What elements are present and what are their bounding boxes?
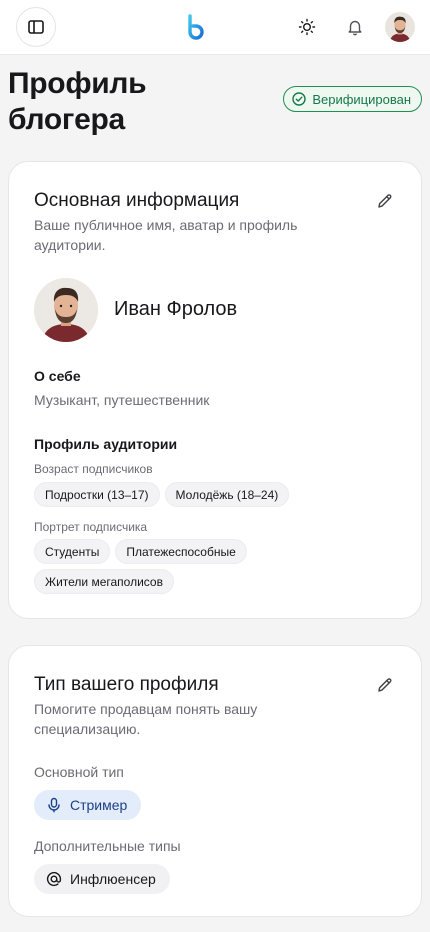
- pencil-icon: [378, 194, 392, 208]
- portrait-chips-row-1: Студенты Платежеспособные: [34, 539, 247, 564]
- pencil-icon: [378, 678, 392, 692]
- basic-info-subtitle: Ваше публичное имя, аватар и профиль ауд…: [34, 217, 298, 253]
- profile-avatar[interactable]: [34, 278, 98, 342]
- microphone-icon: [48, 797, 60, 813]
- chip-age-youth: Молодёжь (18–24): [164, 482, 290, 507]
- about-label: О себе: [34, 368, 81, 384]
- profile-type-title: Тип вашего профиля: [34, 674, 219, 695]
- page-title: Профиль блогера: [8, 67, 147, 136]
- brand-logo-icon[interactable]: [184, 13, 208, 41]
- extra-type-pill: Инфлюенсер: [34, 864, 170, 894]
- main-type-label-text: Стример: [70, 797, 128, 813]
- user-avatar[interactable]: [385, 12, 415, 42]
- main-type-label: Основной тип: [34, 764, 124, 780]
- about-text: Музыкант, путешественник: [34, 392, 210, 408]
- sidebar-toggle-icon: [28, 20, 44, 34]
- portrait-label: Портрет подписчика: [34, 520, 148, 534]
- edit-profile-type-button[interactable]: [376, 676, 396, 696]
- audience-label: Профиль аудитории: [34, 436, 178, 452]
- profile-type-subtitle: Помогите продавцам понять вашу специализ…: [34, 701, 258, 737]
- basic-info-title: Основная информация: [34, 190, 240, 211]
- top-bar: [0, 0, 430, 55]
- edit-basic-info-button[interactable]: [376, 192, 396, 212]
- verified-badge: Верифицирован: [283, 86, 422, 112]
- portrait-chips-row-2: Жители мегаполисов: [34, 569, 174, 594]
- profile-type-card: Тип вашего профиля Помогите продавцам по…: [8, 645, 422, 917]
- verified-label: Верифицирован: [312, 91, 411, 107]
- extra-type-label-text: Инфлюенсер: [70, 871, 156, 887]
- bell-icon[interactable]: [343, 15, 367, 39]
- at-sign-icon: [46, 871, 62, 887]
- chip-age-teens: Подростки (13–17): [34, 482, 160, 507]
- age-chips: Подростки (13–17) Молодёжь (18–24): [34, 482, 290, 507]
- main-type-pill: Стример: [34, 790, 142, 820]
- extra-types-label: Дополнительные типы: [34, 838, 181, 854]
- chip-students: Студенты: [34, 539, 111, 564]
- sun-icon[interactable]: [295, 15, 319, 39]
- user-name: Иван Фролов: [114, 298, 238, 320]
- basic-info-card: Основная информация Ваше публичное имя, …: [8, 161, 422, 619]
- check-circle-icon: [292, 92, 307, 106]
- age-label: Возраст подписчиков: [34, 462, 153, 476]
- sidebar-toggle-button[interactable]: [16, 7, 56, 47]
- page-header: Профиль блогера Верифицирован: [0, 55, 430, 160]
- chip-solvent: Платежеспособные: [115, 539, 247, 564]
- chip-metropolis: Жители мегаполисов: [34, 569, 174, 594]
